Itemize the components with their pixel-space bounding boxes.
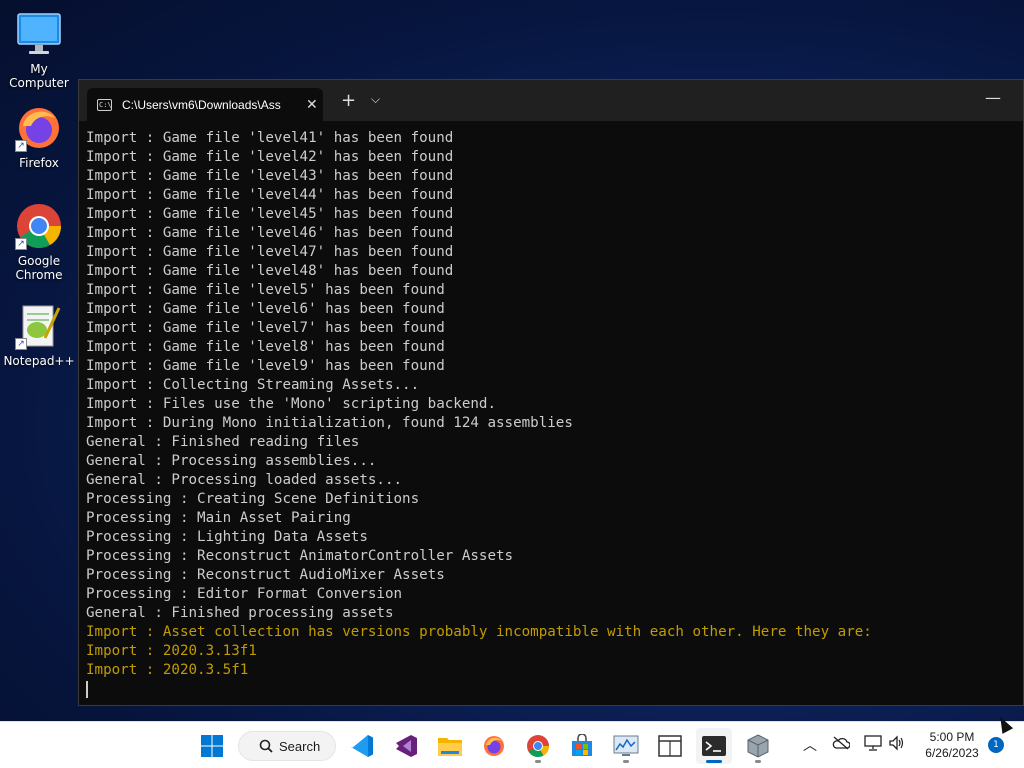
- desktop-icon-label: Notepad++: [3, 354, 75, 368]
- console-line: Import : Game file 'level48' has been fo…: [86, 263, 454, 279]
- chrome-button[interactable]: [520, 728, 556, 764]
- terminal-window[interactable]: C:\ C:\Users\vm6\Downloads\Ass ✕ + ⌵ — I…: [78, 79, 1024, 706]
- terminal-icon: [702, 736, 726, 756]
- firefox-icon: ↗: [15, 104, 63, 152]
- firefox-icon: [484, 736, 504, 756]
- console-line: General : Finished reading files: [86, 434, 360, 450]
- running-indicator: [535, 760, 541, 763]
- console-line: Import : During Mono initialization, fou…: [86, 415, 573, 431]
- console-line: General : Processing assemblies...: [86, 453, 377, 469]
- running-indicator: [623, 760, 629, 763]
- console-line: Processing : Lighting Data Assets: [86, 529, 368, 545]
- chevron-up-icon[interactable]: ︿: [803, 735, 817, 755]
- notification-badge[interactable]: 1: [988, 737, 1004, 753]
- visual-studio-icon: [396, 735, 417, 757]
- console-line: Import : Game file 'level6' has been fou…: [86, 301, 445, 317]
- console-line: Import : Game file 'level43' has been fo…: [86, 168, 454, 184]
- terminal-titlebar[interactable]: C:\ C:\Users\vm6\Downloads\Ass ✕ + ⌵ —: [79, 80, 1023, 121]
- folder-icon: [438, 738, 462, 756]
- console-line: Import : Game file 'level8' has been fou…: [86, 339, 445, 355]
- onedrive-icon[interactable]: [832, 736, 851, 754]
- shortcut-arrow-icon: ↗: [15, 238, 27, 250]
- console-line: Import : Files use the 'Mono' scripting …: [86, 396, 496, 412]
- desktop-icon-firefox[interactable]: ↗ Firefox: [0, 104, 78, 170]
- taskbar: Search ︿ 5:00 PM 6/26/2023 1: [0, 721, 1024, 768]
- new-tab-button[interactable]: +: [341, 90, 356, 111]
- taskview-button[interactable]: [652, 728, 688, 764]
- clock-date: 6/26/2023: [925, 746, 979, 760]
- search-box[interactable]: Search: [238, 731, 336, 761]
- console-line: General : Finished processing assets: [86, 605, 394, 621]
- console-line: Import : 2020.3.5f1: [86, 662, 249, 678]
- console-line: Import : 2020.3.13f1: [86, 643, 257, 659]
- chevron-down-icon[interactable]: ⌵: [371, 92, 380, 107]
- vscode-button[interactable]: [344, 728, 380, 764]
- console-line: Import : Collecting Streaming Assets...: [86, 377, 420, 393]
- network-icon[interactable]: [864, 735, 882, 755]
- active-indicator: [706, 760, 722, 763]
- cmd-icon: C:\: [97, 98, 112, 111]
- shortcut-arrow-icon: ↗: [15, 140, 27, 152]
- start-button[interactable]: [194, 728, 230, 764]
- shortcut-arrow-icon: ↗: [15, 338, 27, 350]
- store-button[interactable]: [564, 728, 600, 764]
- monitor-icon: [15, 10, 63, 58]
- console-line: Import : Game file 'level47' has been fo…: [86, 244, 454, 260]
- chrome-icon: [527, 735, 549, 757]
- chrome-icon: ↗: [15, 202, 63, 250]
- windows-logo-icon: [201, 735, 223, 757]
- desktop-icon-label: My Computer: [9, 62, 69, 90]
- console-line: Import : Game file 'level45' has been fo…: [86, 206, 454, 222]
- console-line: Processing : Creating Scene Definitions: [86, 491, 420, 507]
- console-line: Import : Game file 'level5' has been fou…: [86, 282, 445, 298]
- console-line: Import : Game file 'level7' has been fou…: [86, 320, 445, 336]
- clock-time: 5:00 PM: [929, 730, 975, 744]
- file-explorer-button[interactable]: [432, 728, 468, 764]
- desktop-icon-label: Firefox: [19, 156, 59, 170]
- console-output[interactable]: Import : Game file 'level41' has been fo…: [86, 129, 1023, 705]
- desktop-icon-label: Google Chrome: [15, 254, 63, 282]
- visual-studio-button[interactable]: [388, 728, 424, 764]
- asset-tool-button[interactable]: [740, 728, 776, 764]
- text-cursor: [86, 680, 88, 698]
- clock[interactable]: 5:00 PM 6/26/2023: [918, 729, 986, 761]
- console-line: Import : Game file 'level44' has been fo…: [86, 187, 454, 203]
- console-prompt-line[interactable]: [86, 680, 1023, 699]
- close-tab-icon[interactable]: ✕: [306, 97, 318, 113]
- console-line: Processing : Main Asset Pairing: [86, 510, 351, 526]
- search-icon: [259, 739, 273, 753]
- console-line: Processing : Reconstruct AnimatorControl…: [86, 548, 514, 564]
- search-label: Search: [279, 738, 321, 754]
- console-line: Import : Game file 'level41' has been fo…: [86, 130, 454, 146]
- desktop-icon-my-computer[interactable]: My Computer: [0, 10, 78, 90]
- volume-icon[interactable]: [888, 735, 906, 755]
- console-line: Import : Game file 'level46' has been fo…: [86, 225, 454, 241]
- console-line: Processing : Editor Format Conversion: [86, 586, 403, 602]
- monitor-chart-icon: [613, 735, 639, 756]
- vscode-icon: [350, 735, 373, 757]
- tab-title: C:\Users\vm6\Downloads\Ass: [122, 97, 281, 112]
- minimize-button[interactable]: —: [985, 88, 1001, 107]
- desktop-icon-chrome[interactable]: ↗ Google Chrome: [0, 202, 78, 282]
- firefox-button[interactable]: [476, 728, 512, 764]
- window-grid-icon: [658, 735, 682, 757]
- console-line: General : Processing loaded assets...: [86, 472, 403, 488]
- package-icon: [747, 734, 769, 758]
- notepadpp-icon: ↗: [15, 302, 63, 350]
- console-line: Import : Game file 'level42' has been fo…: [86, 149, 454, 165]
- console-line: Processing : Reconstruct AudioMixer Asse…: [86, 567, 445, 583]
- store-icon: [572, 734, 592, 756]
- terminal-button[interactable]: [696, 728, 732, 764]
- terminal-tab[interactable]: C:\ C:\Users\vm6\Downloads\Ass ✕: [87, 88, 323, 121]
- console-line: Import : Asset collection has versions p…: [86, 624, 872, 640]
- resource-monitor-button[interactable]: [608, 728, 644, 764]
- desktop-icon-notepadpp[interactable]: ↗ Notepad++: [0, 302, 78, 368]
- console-line: Import : Game file 'level9' has been fou…: [86, 358, 445, 374]
- running-indicator: [755, 760, 761, 763]
